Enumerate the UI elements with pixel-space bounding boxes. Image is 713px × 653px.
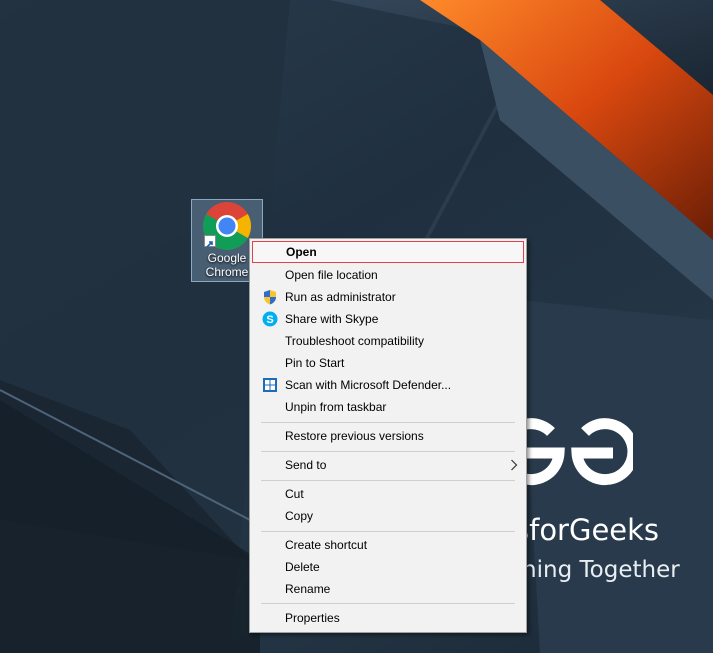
menu-item-open-file-location[interactable]: Open file location bbox=[252, 264, 524, 286]
menu-item-label: Create shortcut bbox=[285, 538, 368, 552]
menu-item-label: Troubleshoot compatibility bbox=[285, 334, 424, 348]
shortcut-arrow-icon bbox=[204, 235, 216, 248]
menu-item-label: Properties bbox=[285, 611, 340, 625]
context-menu: Open Open file location Run as administr… bbox=[249, 238, 527, 633]
menu-item-copy[interactable]: Copy bbox=[252, 505, 524, 527]
menu-item-label: Send to bbox=[285, 458, 327, 472]
menu-item-label: Share with Skype bbox=[285, 312, 379, 326]
menu-item-properties[interactable]: Properties bbox=[252, 607, 524, 629]
menu-item-label: Open bbox=[286, 245, 317, 259]
menu-item-scan-with-defender[interactable]: Scan with Microsoft Defender... bbox=[252, 374, 524, 396]
menu-item-create-shortcut[interactable]: Create shortcut bbox=[252, 534, 524, 556]
menu-separator bbox=[261, 451, 515, 452]
svg-text:S: S bbox=[266, 314, 273, 326]
menu-item-cut[interactable]: Cut bbox=[252, 483, 524, 505]
watermark-text-line1: sforGeeks bbox=[514, 513, 660, 547]
menu-item-unpin-from-taskbar[interactable]: Unpin from taskbar bbox=[252, 396, 524, 418]
menu-item-restore-previous-versions[interactable]: Restore previous versions bbox=[252, 425, 524, 447]
menu-separator bbox=[261, 603, 515, 604]
skype-icon: S bbox=[262, 311, 278, 327]
menu-item-pin-to-start[interactable]: Pin to Start bbox=[252, 352, 524, 374]
menu-separator bbox=[261, 422, 515, 423]
menu-item-run-as-administrator[interactable]: Run as administrator bbox=[252, 286, 524, 308]
menu-item-label: Copy bbox=[285, 509, 314, 523]
menu-item-label: Cut bbox=[285, 487, 304, 501]
menu-item-label: Pin to Start bbox=[285, 356, 345, 370]
menu-separator bbox=[261, 531, 515, 532]
menu-item-label: Open file location bbox=[285, 268, 378, 282]
menu-item-label: Delete bbox=[285, 560, 320, 574]
menu-item-send-to[interactable]: Send to bbox=[252, 454, 524, 476]
chevron-right-icon bbox=[511, 459, 518, 471]
menu-item-label: Rename bbox=[285, 582, 331, 596]
menu-item-open[interactable]: Open bbox=[252, 241, 524, 263]
menu-item-label: Restore previous versions bbox=[285, 429, 424, 443]
menu-separator bbox=[261, 480, 515, 481]
menu-item-share-with-skype[interactable]: S Share with Skype bbox=[252, 308, 524, 330]
uac-shield-icon bbox=[264, 290, 276, 305]
menu-item-rename[interactable]: Rename bbox=[252, 578, 524, 600]
menu-item-label: Run as administrator bbox=[285, 290, 396, 304]
menu-item-troubleshoot-compatibility[interactable]: Troubleshoot compatibility bbox=[252, 330, 524, 352]
watermark-text-line2: rning Together bbox=[513, 557, 680, 583]
menu-item-label: Unpin from taskbar bbox=[285, 400, 387, 414]
menu-item-delete[interactable]: Delete bbox=[252, 556, 524, 578]
menu-item-label: Scan with Microsoft Defender... bbox=[285, 378, 452, 392]
defender-icon bbox=[263, 378, 277, 392]
